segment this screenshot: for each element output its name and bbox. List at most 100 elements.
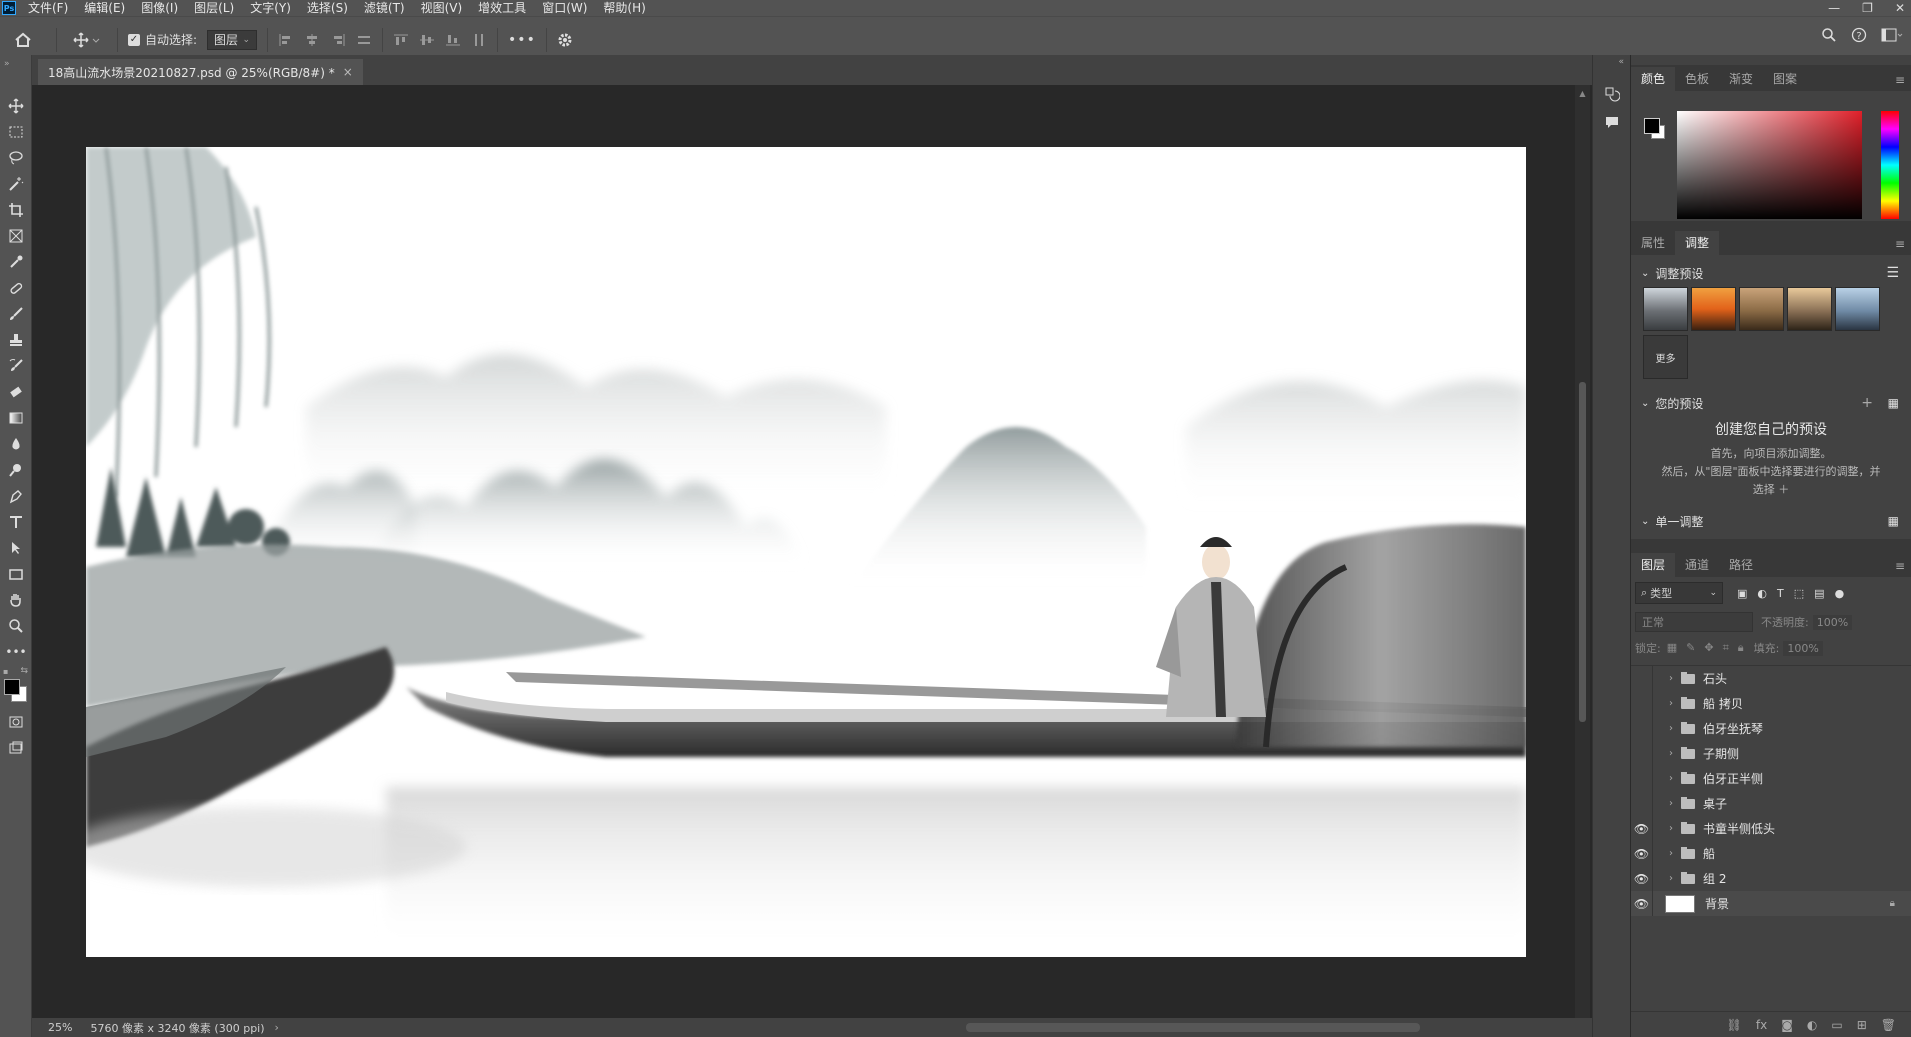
- layer-row[interactable]: › 船 拷贝: [1631, 691, 1911, 716]
- history-icon[interactable]: [1593, 79, 1631, 109]
- tab-patterns[interactable]: 图案: [1763, 67, 1807, 91]
- default-colors-icon[interactable]: ▪: [3, 667, 8, 676]
- preset-thumbnail[interactable]: [1691, 287, 1736, 331]
- your-presets-header[interactable]: ⌄ 您的预设 + ▦: [1631, 389, 1911, 417]
- visibility-toggle[interactable]: [1631, 791, 1653, 816]
- tab-adjustments[interactable]: 调整: [1675, 231, 1720, 255]
- add-mask-icon[interactable]: ◙: [1781, 1018, 1793, 1032]
- stamp-icon[interactable]: [0, 327, 32, 353]
- gradient-icon[interactable]: [0, 405, 32, 431]
- visibility-toggle[interactable]: 👁︎: [1631, 816, 1653, 841]
- comments-icon[interactable]: [1593, 109, 1631, 135]
- new-group-icon[interactable]: ▭: [1831, 1018, 1842, 1032]
- align-top-icon[interactable]: [393, 33, 409, 47]
- eraser-icon[interactable]: [0, 379, 32, 405]
- move-tool-preset-icon[interactable]: [67, 26, 107, 54]
- vertical-scrollbar[interactable]: ▲: [1575, 85, 1590, 1018]
- layer-row[interactable]: › 伯牙正半侧: [1631, 766, 1911, 791]
- grid-view-icon[interactable]: ▦: [1888, 514, 1899, 528]
- expand-chevron-icon[interactable]: ›: [1665, 698, 1677, 709]
- menu-image[interactable]: 图像(I): [133, 0, 186, 16]
- visibility-toggle[interactable]: 👁︎: [1631, 891, 1653, 916]
- quick-mask-icon[interactable]: [0, 709, 32, 735]
- panel-menu-icon[interactable]: ≡: [1895, 73, 1905, 87]
- lock-paint-icon[interactable]: ✎: [1686, 641, 1695, 655]
- distribute-v-icon[interactable]: [471, 33, 487, 47]
- list-view-icon[interactable]: ☰: [1886, 265, 1899, 281]
- vertical-scroll-thumb[interactable]: [1579, 382, 1586, 722]
- expand-chevron-icon[interactable]: ›: [1665, 848, 1677, 859]
- close-tab-icon[interactable]: ×: [343, 65, 353, 79]
- hand-icon[interactable]: [0, 587, 32, 613]
- filter-shape-icon[interactable]: ⬚: [1794, 587, 1804, 600]
- path-select-icon[interactable]: [0, 535, 32, 561]
- visibility-toggle[interactable]: [1631, 716, 1653, 741]
- menu-file[interactable]: 文件(F): [20, 0, 76, 16]
- frame-icon[interactable]: [0, 223, 32, 249]
- layer-row[interactable]: › 伯牙坐抚琴: [1631, 716, 1911, 741]
- align-left-icon[interactable]: [278, 33, 294, 47]
- tab-channels[interactable]: 通道: [1675, 553, 1719, 577]
- layer-filter-select[interactable]: ⌕ 类型 ⌄: [1635, 582, 1723, 604]
- workspace-icon[interactable]: [1881, 27, 1903, 43]
- move-icon[interactable]: [0, 93, 32, 119]
- visibility-toggle[interactable]: [1631, 691, 1653, 716]
- restore-icon[interactable]: ❐: [1862, 0, 1873, 16]
- align-center-h-icon[interactable]: [304, 33, 320, 47]
- preset-thumbnail[interactable]: [1739, 287, 1784, 331]
- visibility-toggle[interactable]: [1631, 766, 1653, 791]
- preset-thumbnail[interactable]: [1787, 287, 1832, 331]
- menu-edit[interactable]: 编辑(E): [76, 0, 133, 16]
- zoom-icon[interactable]: [0, 613, 32, 639]
- lock-position-icon[interactable]: ✥: [1704, 641, 1713, 655]
- zoom-level[interactable]: 25%: [48, 1021, 72, 1034]
- more-presets-button[interactable]: 更多: [1643, 335, 1688, 379]
- menu-select[interactable]: 选择(S): [299, 0, 356, 16]
- expand-chevron-icon[interactable]: ›: [1665, 773, 1677, 784]
- auto-select-dropdown[interactable]: 图层 ⌄: [207, 29, 258, 50]
- blend-mode-select[interactable]: 正常: [1635, 612, 1753, 632]
- saturation-field[interactable]: [1677, 111, 1862, 219]
- add-icon[interactable]: +: [1861, 395, 1873, 411]
- lock-all-icon[interactable]: 🔒︎: [1738, 641, 1744, 655]
- visibility-toggle[interactable]: 👁︎: [1631, 841, 1653, 866]
- lasso-icon[interactable]: [0, 145, 32, 171]
- document-tab[interactable]: 18高山流水场景20210827.psd @ 25%(RGB/8#) * ×: [38, 59, 363, 85]
- menu-type[interactable]: 文字(Y): [242, 0, 299, 16]
- fg-color-chip[interactable]: [1644, 118, 1660, 134]
- brush-icon[interactable]: [0, 301, 32, 327]
- auto-select-checkbox[interactable]: ✓: [128, 33, 140, 46]
- link-layers-icon[interactable]: ⛓: [1727, 1018, 1742, 1032]
- layer-row[interactable]: › 桌子: [1631, 791, 1911, 816]
- opacity-input[interactable]: 100%: [1812, 614, 1853, 630]
- tab-swatches[interactable]: 色板: [1675, 67, 1719, 91]
- visibility-toggle[interactable]: 👁︎: [1631, 866, 1653, 891]
- preset-thumbnail[interactable]: [1835, 287, 1880, 331]
- expand-chevron-icon[interactable]: ›: [1665, 748, 1677, 759]
- layer-row-background[interactable]: 👁︎ 背景 🔒︎: [1631, 891, 1911, 916]
- horizontal-scroll-thumb[interactable]: [966, 1023, 1420, 1032]
- align-right-icon[interactable]: [330, 33, 346, 47]
- panel-menu-icon[interactable]: ≡: [1895, 559, 1905, 573]
- search-icon[interactable]: [1821, 27, 1837, 43]
- hue-slider[interactable]: [1881, 111, 1899, 219]
- healing-icon[interactable]: [0, 275, 32, 301]
- marquee-icon[interactable]: [0, 119, 32, 145]
- adjust-presets-header[interactable]: ⌄ 调整预设 ☰: [1631, 259, 1911, 287]
- filter-toggle-icon[interactable]: ●: [1835, 587, 1845, 600]
- foreground-color-swatch[interactable]: [4, 679, 20, 695]
- lock-artboard-icon[interactable]: ⌗: [1723, 641, 1729, 655]
- dodge-icon[interactable]: [0, 457, 32, 483]
- menu-filter[interactable]: 滤镜(T): [356, 0, 413, 16]
- expand-chevron-icon[interactable]: ›: [1665, 873, 1677, 884]
- swap-colors-icon[interactable]: ⇆: [20, 666, 28, 676]
- tab-properties[interactable]: 属性: [1631, 231, 1675, 255]
- filter-smart-icon[interactable]: ▤: [1814, 587, 1824, 600]
- filter-type-icon[interactable]: T: [1777, 587, 1784, 600]
- layer-row[interactable]: 👁︎ › 组 2: [1631, 866, 1911, 891]
- more-options-button[interactable]: •••: [508, 32, 536, 48]
- home-icon[interactable]: [0, 26, 46, 54]
- visibility-toggle[interactable]: [1631, 666, 1653, 691]
- align-middle-icon[interactable]: [419, 33, 435, 47]
- delete-layer-icon[interactable]: 🗑︎: [1881, 1018, 1896, 1032]
